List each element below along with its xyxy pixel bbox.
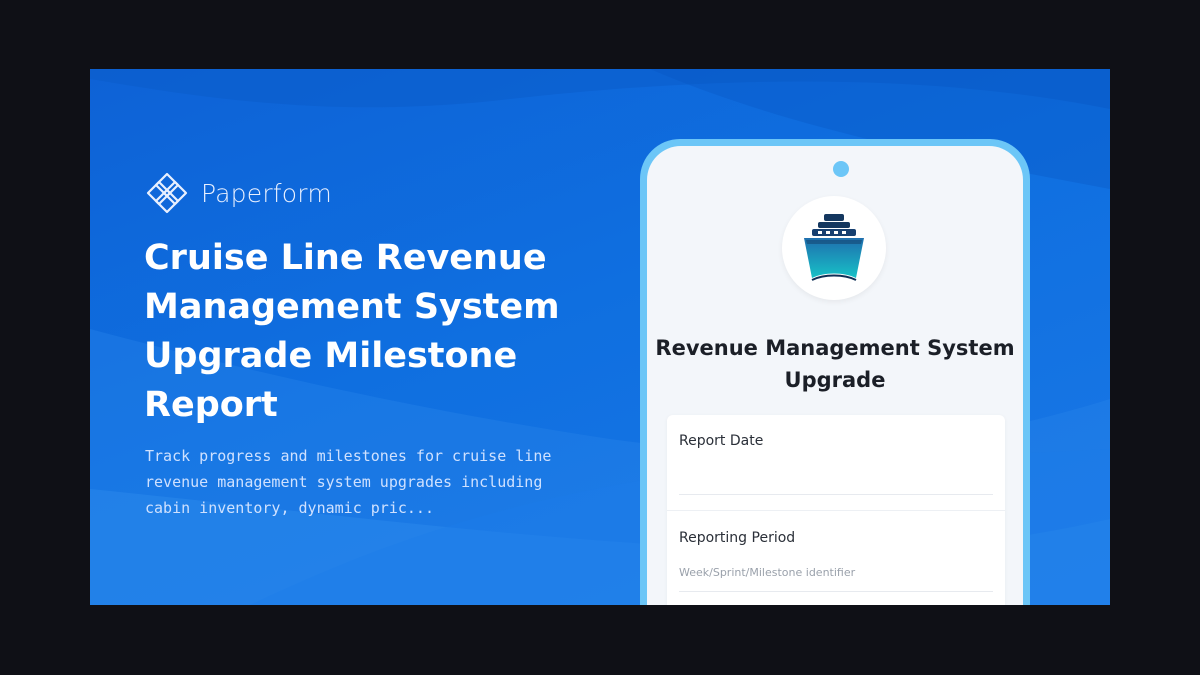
report-date-input[interactable]	[679, 459, 993, 495]
reporting-period-field: Reporting Period Week/Sprint/Milestone i…	[679, 530, 993, 592]
form-logo	[782, 196, 886, 300]
page-title: Cruise Line Revenue Management System Up…	[144, 238, 560, 425]
page-description: Track progress and milestones for cruise…	[145, 447, 552, 517]
cruise-ship-icon	[804, 214, 864, 281]
reporting-period-label: Reporting Period	[679, 530, 796, 546]
field-divider	[667, 510, 1005, 511]
brand[interactable]: Paperform	[145, 171, 332, 215]
form-card: Report Date Reporting Period Week/Sprint…	[667, 415, 1005, 605]
brand-name: Paperform	[201, 178, 332, 208]
report-date-field: Report Date	[679, 433, 993, 495]
phone-mockup: Revenue Management System Upgrade Report…	[640, 139, 1030, 605]
reporting-period-input[interactable]: Week/Sprint/Milestone identifier	[679, 556, 993, 592]
form-title: Revenue Management System Upgrade	[655, 336, 1015, 392]
phone-camera	[833, 161, 849, 177]
paperform-logo-icon	[146, 172, 188, 214]
phone-screen: Revenue Management System Upgrade Report…	[647, 146, 1023, 605]
report-date-label: Report Date	[679, 433, 764, 449]
hero-banner: Paperform Cruise Line Revenue Management…	[90, 69, 1110, 605]
